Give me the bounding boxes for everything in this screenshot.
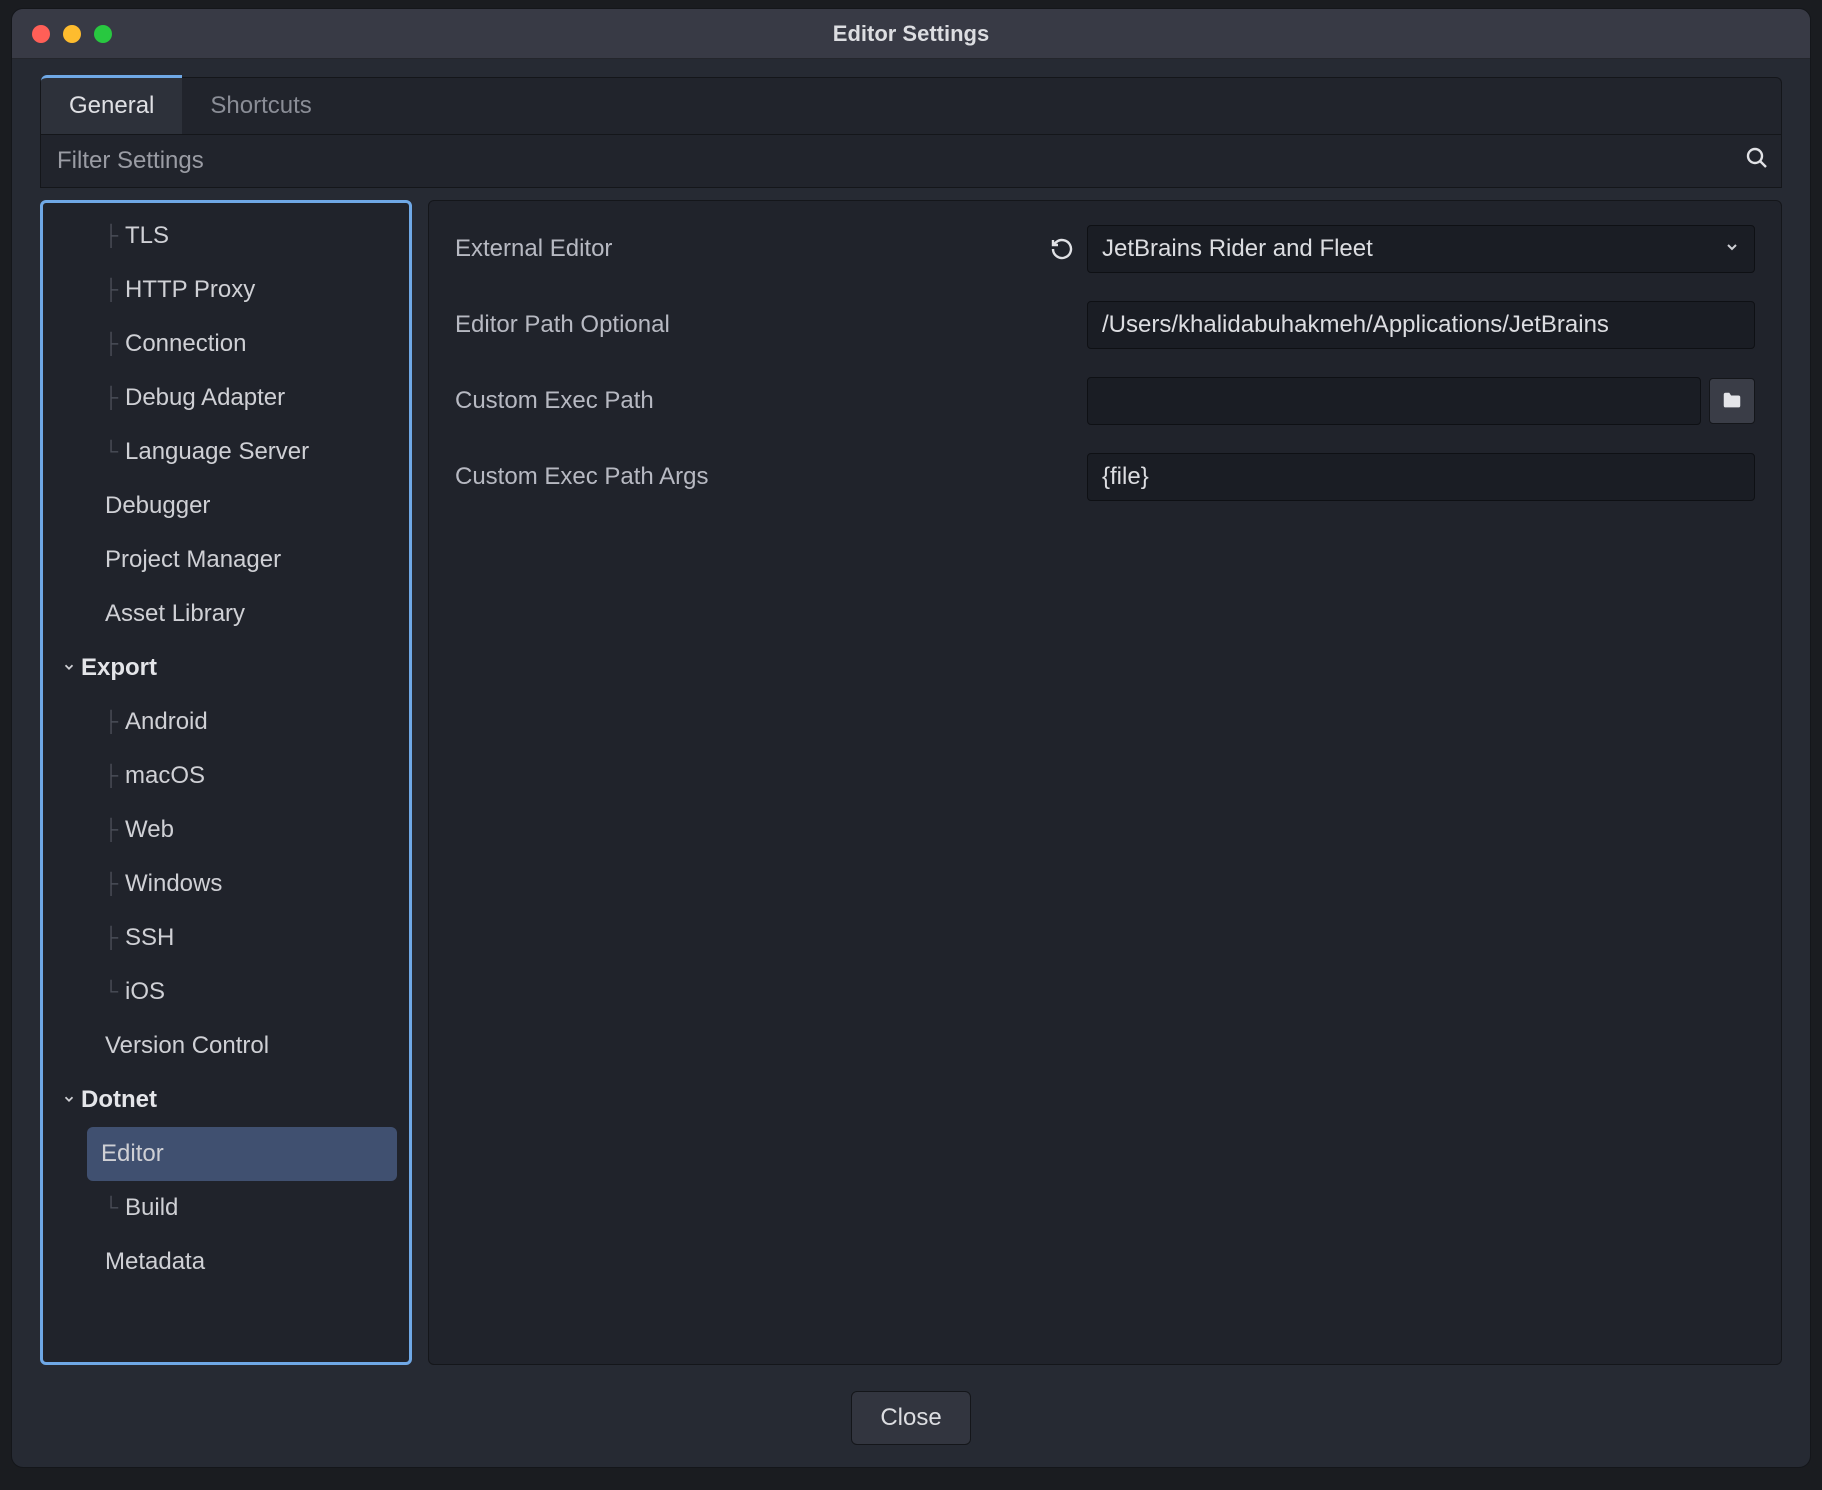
tree-item-ios[interactable]: └iOS	[43, 965, 409, 1019]
tree-item-export[interactable]: Export	[43, 641, 409, 695]
tree-connector-icon: ├	[97, 387, 125, 410]
window-controls	[12, 25, 112, 43]
settings-window: Editor Settings General Shortcuts ├TLS├H…	[11, 8, 1811, 1468]
tree-item-label: Debug Adapter	[125, 384, 285, 412]
tree-item-debugger[interactable]: Debugger	[43, 479, 409, 533]
label-editor-path: Editor Path Optional	[455, 311, 1045, 339]
zoom-window-button[interactable]	[94, 25, 112, 43]
tab-general[interactable]: General	[41, 75, 182, 134]
label-custom-exec: Custom Exec Path	[455, 387, 1045, 415]
tree-item-label: macOS	[125, 762, 205, 790]
tree-item-label: Connection	[125, 330, 246, 358]
tree-item-label: Metadata	[105, 1248, 205, 1276]
label-external-editor: External Editor	[455, 235, 1045, 263]
tree-item-label: Windows	[125, 870, 222, 898]
tree-item-project-manager[interactable]: Project Manager	[43, 533, 409, 587]
tree-connector-icon: ├	[97, 279, 125, 302]
row-editor-path: Editor Path Optional	[455, 297, 1755, 353]
tree-item-http-proxy[interactable]: ├HTTP Proxy	[43, 263, 409, 317]
tree-item-label: Editor	[101, 1140, 164, 1168]
tree-item-label: Build	[125, 1194, 178, 1222]
tree-connector-icon: ├	[97, 333, 125, 356]
tree-item-connection[interactable]: ├Connection	[43, 317, 409, 371]
tree-item-web[interactable]: ├Web	[43, 803, 409, 857]
tree-item-asset-library[interactable]: Asset Library	[43, 587, 409, 641]
tree-item-android[interactable]: ├Android	[43, 695, 409, 749]
titlebar: Editor Settings	[12, 9, 1810, 59]
tab-bar: General Shortcuts	[40, 77, 1782, 134]
filter-input[interactable]	[41, 135, 1733, 187]
tree-item-tls[interactable]: ├TLS	[43, 209, 409, 263]
tree-item-dotnet[interactable]: Dotnet	[43, 1073, 409, 1127]
close-button[interactable]: Close	[851, 1391, 970, 1445]
external-editor-dropdown[interactable]: JetBrains Rider and Fleet	[1087, 225, 1755, 273]
filter-bar	[40, 134, 1782, 188]
chevron-down-icon	[1724, 239, 1740, 260]
tree-item-label: Export	[81, 654, 157, 682]
tree-item-label: HTTP Proxy	[125, 276, 255, 304]
tree-item-ssh[interactable]: ├SSH	[43, 911, 409, 965]
settings-tree: ├TLS├HTTP Proxy├Connection├Debug Adapter…	[40, 200, 412, 1365]
tree-item-label: Dotnet	[81, 1086, 157, 1114]
editor-path-input[interactable]	[1087, 301, 1755, 349]
tree-connector-icon: ├	[97, 765, 125, 788]
tree-item-label: SSH	[125, 924, 174, 952]
tree-connector-icon: └	[97, 981, 125, 1004]
tree-connector-icon: ├	[97, 711, 125, 734]
row-custom-exec-args: Custom Exec Path Args	[455, 449, 1755, 505]
tree-item-macos[interactable]: ├macOS	[43, 749, 409, 803]
tree-item-label: Web	[125, 816, 174, 844]
minimize-window-button[interactable]	[63, 25, 81, 43]
row-external-editor: External Editor JetBrains Rider and Flee…	[455, 221, 1755, 277]
chevron-down-icon	[57, 658, 81, 679]
tree-item-metadata[interactable]: Metadata	[43, 1235, 409, 1289]
tree-item-label: Android	[125, 708, 208, 736]
tree-connector-icon: └	[97, 1197, 125, 1220]
tree-item-label: Project Manager	[105, 546, 281, 574]
settings-content: External Editor JetBrains Rider and Flee…	[428, 200, 1782, 1365]
tree-connector-icon: └	[97, 441, 125, 464]
tree-item-windows[interactable]: ├Windows	[43, 857, 409, 911]
tab-shortcuts[interactable]: Shortcuts	[182, 78, 339, 134]
tree-connector-icon: ├	[97, 819, 125, 842]
search-icon[interactable]	[1733, 146, 1781, 177]
tree-item-label: TLS	[125, 222, 169, 250]
custom-exec-input[interactable]	[1087, 377, 1701, 425]
footer: Close	[12, 1377, 1810, 1467]
tree-item-label: Asset Library	[105, 600, 245, 628]
tree-item-language-server[interactable]: └Language Server	[43, 425, 409, 479]
external-editor-value: JetBrains Rider and Fleet	[1102, 235, 1373, 263]
window-title: Editor Settings	[12, 21, 1810, 47]
tree-item-label: Debugger	[105, 492, 210, 520]
custom-exec-args-input[interactable]	[1087, 453, 1755, 501]
label-custom-exec-args: Custom Exec Path Args	[455, 463, 1045, 491]
chevron-down-icon	[57, 1090, 81, 1111]
tree-item-label: Version Control	[105, 1032, 269, 1060]
settings-tree-scroll[interactable]: ├TLS├HTTP Proxy├Connection├Debug Adapter…	[43, 203, 409, 1362]
tree-item-editor[interactable]: Editor	[87, 1127, 397, 1181]
tree-item-version-control[interactable]: Version Control	[43, 1019, 409, 1073]
tree-item-build[interactable]: └Build	[43, 1181, 409, 1235]
tree-connector-icon: ├	[97, 927, 125, 950]
folder-icon[interactable]	[1709, 378, 1755, 424]
tree-item-label: Language Server	[125, 438, 309, 466]
row-custom-exec: Custom Exec Path	[455, 373, 1755, 429]
tree-connector-icon: ├	[97, 873, 125, 896]
tree-connector-icon: ├	[97, 225, 125, 248]
reset-icon[interactable]	[1045, 232, 1079, 266]
tree-item-label: iOS	[125, 978, 165, 1006]
tree-item-debug-adapter[interactable]: ├Debug Adapter	[43, 371, 409, 425]
close-window-button[interactable]	[32, 25, 50, 43]
